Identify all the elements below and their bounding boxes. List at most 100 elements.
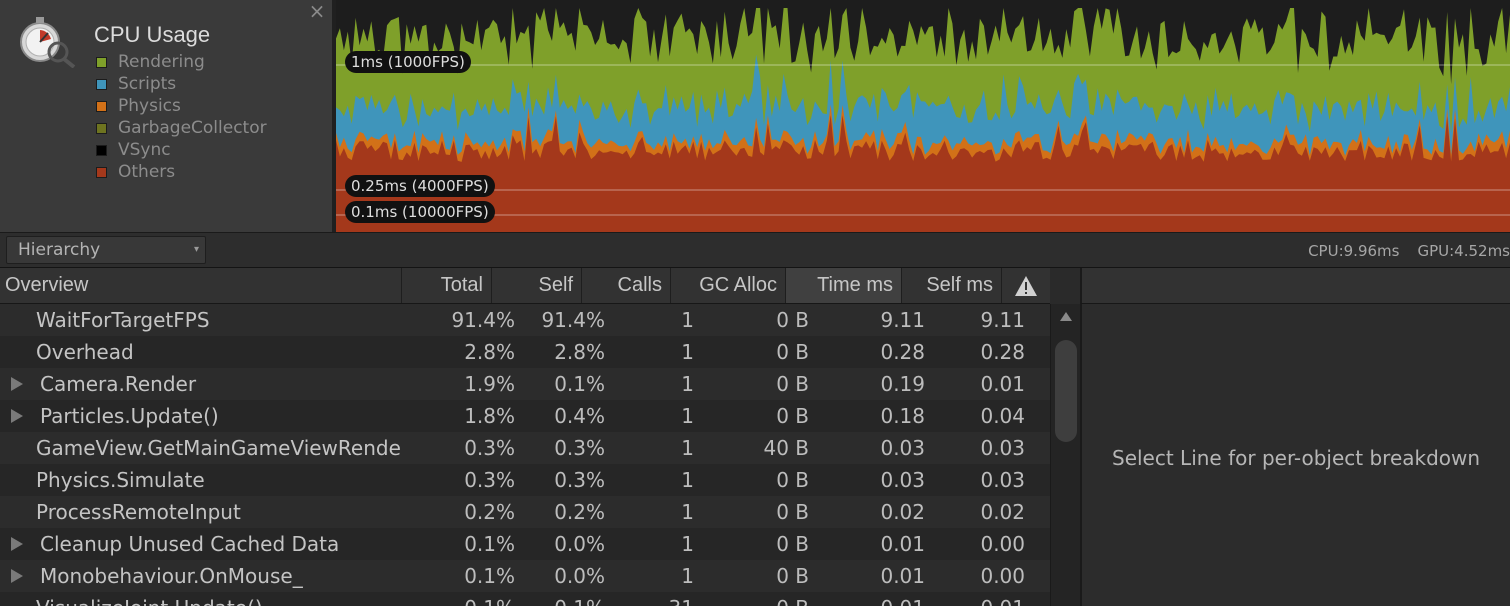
legend-label: Others <box>118 162 176 182</box>
expand-arrow-icon[interactable] <box>11 569 23 583</box>
row-time: 0.01 <box>880 592 925 606</box>
row-selfms: 0.03 <box>980 468 1025 492</box>
row-gc: 0 B <box>776 372 809 396</box>
row-self: 0.1% <box>554 372 605 396</box>
expand-arrow-icon[interactable] <box>11 537 23 551</box>
row-selfms: 0.02 <box>980 500 1025 524</box>
row-self: 0.4% <box>554 404 605 428</box>
row-self: 0.0% <box>554 564 605 588</box>
legend-item[interactable]: GarbageCollector <box>96 117 267 139</box>
graph-line-label-1ms: 1ms (1000FPS) <box>345 51 471 73</box>
legend-swatch <box>96 56 107 68</box>
frame-stats: CPU:9.96ms GPU:4.52ms <box>1290 233 1510 269</box>
table-row[interactable]: Physics.Simulate 0.3% 0.3% 1 0 B 0.03 0.03 <box>0 464 1050 496</box>
legend-label: Physics <box>118 96 181 116</box>
legend-label: Scripts <box>118 74 177 94</box>
vertical-scrollbar[interactable] <box>1050 304 1080 606</box>
row-total: 1.8% <box>464 404 515 428</box>
gpu-stat: GPU:4.52ms <box>1417 242 1510 260</box>
expand-arrow-icon[interactable] <box>11 409 23 423</box>
legend-item[interactable]: Rendering <box>96 51 267 73</box>
row-self: 91.4% <box>541 308 605 332</box>
column-header-self[interactable]: Self <box>491 268 581 303</box>
chevron-down-icon: ▾ <box>193 244 199 255</box>
row-total: 0.1% <box>464 592 515 606</box>
row-total: 1.9% <box>464 372 515 396</box>
row-selfms: 0.01 <box>980 592 1025 606</box>
table-row[interactable]: Particles.Update() 1.8% 0.4% 1 0 B 0.18 0.04 <box>0 400 1050 432</box>
row-gc: 0 B <box>776 308 809 332</box>
row-time: 0.03 <box>880 436 925 460</box>
legend-label: VSync <box>118 140 171 160</box>
row-calls: 1 <box>681 340 694 364</box>
legend-swatch <box>96 166 107 178</box>
table-row[interactable]: Monobehaviour.OnMouse_ 0.1% 0.0% 1 0 B 0.01 0.… <box>0 560 1050 592</box>
table-row[interactable]: WaitForTargetFPS 91.4% 91.4% 1 0 B 9.11 9.11 <box>0 304 1050 336</box>
row-selfms: 0.03 <box>980 436 1025 460</box>
legend-swatch <box>96 78 107 90</box>
table-body: WaitForTargetFPS 91.4% 91.4% 1 0 B 9.11 9.11 Ov… <box>0 304 1050 606</box>
table-row[interactable]: Camera.Render 1.9% 0.1% 1 0 B 0.19 0.01 <box>0 368 1050 400</box>
row-name: Camera.Render <box>40 372 197 396</box>
column-header-self-ms[interactable]: Self ms <box>901 268 1001 303</box>
row-gc: 0 B <box>776 532 809 556</box>
legend: Rendering Scripts Physics GarbageCollector V… <box>96 51 267 183</box>
view-mode-label: Hierarchy <box>18 240 101 260</box>
detail-placeholder-message: Select Line for per-object breakdown <box>1112 446 1481 470</box>
column-header-gc-alloc[interactable]: GC Alloc <box>670 268 785 303</box>
row-calls: 1 <box>681 468 694 492</box>
row-self: 0.1% <box>554 592 605 606</box>
row-gc: 0 B <box>776 592 809 606</box>
row-gc: 0 B <box>776 564 809 588</box>
row-total: 2.8% <box>464 340 515 364</box>
row-self: 0.0% <box>554 532 605 556</box>
table-row[interactable]: Cleanup Unused Cached Data 0.1% 0.0% 1 0 B 0.… <box>0 528 1050 560</box>
row-name: GameView.GetMainGameViewRenderRect() <box>36 436 401 460</box>
row-self: 0.3% <box>554 468 605 492</box>
cpu-usage-module[interactable]: CPU Usage × Rendering Scripts Physics Garba… <box>0 0 332 232</box>
row-gc: 0 B <box>776 500 809 524</box>
view-mode-dropdown[interactable]: Hierarchy ▾ <box>6 236 206 264</box>
detail-header <box>1080 268 1510 304</box>
column-header-total[interactable]: Total <box>401 268 491 303</box>
row-calls: 1 <box>681 532 694 556</box>
row-time: 9.11 <box>880 308 925 332</box>
legend-item[interactable]: VSync <box>96 139 267 161</box>
warning-icon[interactable] <box>1001 268 1050 303</box>
table-header: Overview Total Self Calls GC Alloc Time … <box>0 268 1050 304</box>
graph-canvas <box>336 8 1510 232</box>
row-total: 0.3% <box>464 436 515 460</box>
table-row[interactable]: GameView.GetMainGameViewRenderRect() 0.3%… <box>0 432 1050 464</box>
legend-label: GarbageCollector <box>118 118 267 138</box>
hierarchy-table: Overview Total Self Calls GC Alloc Time … <box>0 268 1050 606</box>
scroll-thumb[interactable] <box>1055 340 1077 442</box>
row-calls: 1 <box>681 564 694 588</box>
scroll-up-arrow-icon[interactable] <box>1060 312 1072 321</box>
column-header-calls[interactable]: Calls <box>581 268 670 303</box>
table-row[interactable]: Overhead 2.8% 2.8% 1 0 B 0.28 0.28 <box>0 336 1050 368</box>
table-row[interactable]: ProcessRemoteInput 0.2% 0.2% 1 0 B 0.02 0.02 <box>0 496 1050 528</box>
row-calls: 1 <box>681 500 694 524</box>
profiler-toolbar: Hierarchy ▾ CPU:9.96ms GPU:4.52ms <box>0 232 1510 268</box>
row-name: Monobehaviour.OnMouse_ <box>40 564 303 588</box>
column-header-time-ms[interactable]: Time ms <box>785 268 901 303</box>
row-time: 0.01 <box>880 564 925 588</box>
close-module-button[interactable]: × <box>305 0 329 22</box>
legend-item[interactable]: Others <box>96 161 267 183</box>
row-selfms: 0.01 <box>980 372 1025 396</box>
row-name: WaitForTargetFPS <box>36 308 210 332</box>
row-time: 0.03 <box>880 468 925 492</box>
expand-arrow-icon[interactable] <box>11 377 23 391</box>
row-calls: 1 <box>681 308 694 332</box>
row-total: 0.2% <box>464 500 515 524</box>
row-name: Physics.Simulate <box>36 468 205 492</box>
row-name: Overhead <box>36 340 134 364</box>
column-header-overview[interactable]: Overview <box>0 268 401 303</box>
module-title: CPU Usage <box>94 22 211 47</box>
table-row[interactable]: VisualizeJoint.Update() 0.1% 0.1% 31 0 B 0.01… <box>0 592 1050 606</box>
legend-item[interactable]: Scripts <box>96 73 267 95</box>
legend-item[interactable]: Physics <box>96 95 267 117</box>
cpu-usage-graph[interactable]: 1ms (1000FPS) 0.25ms (4000FPS) 0.1ms (10… <box>336 0 1510 232</box>
graph-line-label-025ms: 0.25ms (4000FPS) <box>345 175 495 197</box>
row-total: 91.4% <box>451 308 515 332</box>
